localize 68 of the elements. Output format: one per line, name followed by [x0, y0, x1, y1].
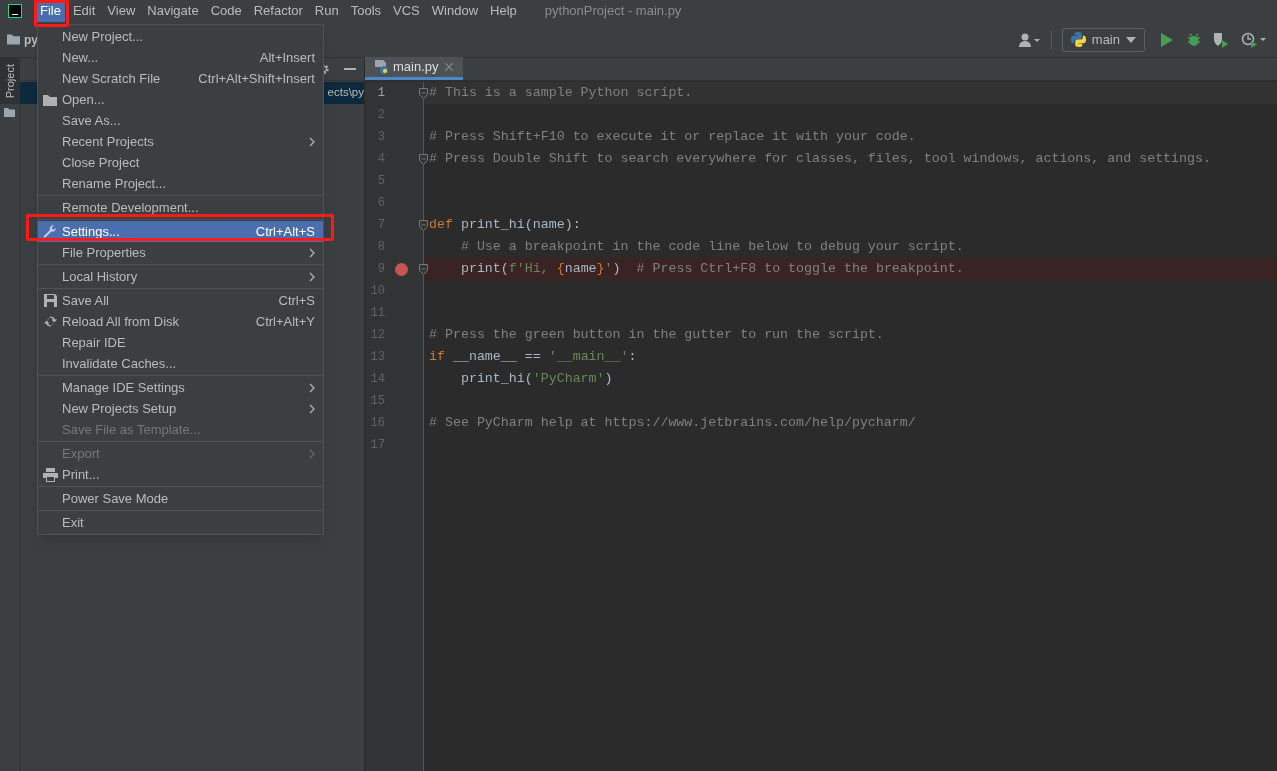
fold-marker-icon[interactable] — [419, 153, 428, 165]
menu-item[interactable]: Open... — [38, 89, 323, 110]
close-icon[interactable] — [444, 63, 453, 71]
menu-item[interactable]: New Project... — [38, 26, 323, 47]
code-line: # Use a breakpoint in the code line below to debug your script. — [459, 238, 964, 257]
menu-bar-item[interactable]: Edit — [68, 0, 100, 22]
menu-item[interactable]: Rename Project... — [38, 173, 323, 194]
profiler-icon[interactable] — [1241, 31, 1267, 48]
menu-item[interactable]: Invalidate Caches... — [38, 353, 323, 374]
code-line: # See PyCharm help at https://www.jetbrains.com/help/pycharm/ — [429, 414, 916, 433]
menu-item[interactable]: Remote Development... — [38, 197, 323, 218]
menu-item[interactable]: Recent Projects — [38, 131, 323, 152]
user-icon[interactable] — [1018, 32, 1041, 47]
run-icon[interactable] — [1161, 32, 1173, 47]
highlight-frame — [34, 0, 69, 27]
folder-icon — [42, 93, 58, 106]
fold-marker-icon[interactable] — [419, 87, 428, 99]
menu-item[interactable]: Repair IDE — [38, 332, 323, 353]
menu-bar-item[interactable]: VCS — [389, 0, 424, 22]
menu-item[interactable]: Save As... — [38, 110, 323, 131]
menu-bar-item[interactable]: Help — [486, 0, 521, 22]
python-logo-icon — [1070, 32, 1086, 47]
menu-item[interactable]: Settings... Ctrl+Alt+S — [38, 221, 323, 242]
fold-marker-icon[interactable] — [419, 219, 428, 231]
menu-bar-item[interactable]: Tools — [346, 0, 386, 22]
caret-icon — [1126, 36, 1136, 43]
menu-item[interactable]: New Projects Setup — [38, 398, 323, 419]
project-tool-tab[interactable]: Project — [0, 58, 20, 105]
menu-bar-item[interactable]: View — [103, 0, 140, 22]
fold-marker-icon[interactable] — [419, 263, 428, 275]
app-logo — [8, 4, 22, 18]
menu-item[interactable]: Reload All from Disk Ctrl+Alt+Y — [38, 311, 323, 332]
menu-bar-item[interactable]: Window — [427, 0, 483, 22]
menu-item[interactable]: Manage IDE Settings — [38, 377, 323, 398]
breadcrumb[interactable]: py — [24, 30, 38, 49]
shield-run-icon[interactable] — [1213, 31, 1229, 48]
line-number: 1 — [376, 85, 385, 102]
printer-icon — [42, 467, 58, 482]
wrench-icon — [43, 224, 57, 239]
menu-bar-item[interactable]: Code — [206, 0, 246, 22]
menu-item[interactable]: Save All Ctrl+S — [38, 290, 323, 311]
menu-item[interactable]: Local History — [38, 266, 323, 287]
python-file-icon — [375, 60, 389, 74]
menu-item[interactable]: File Properties — [38, 242, 323, 263]
bug-icon[interactable] — [1187, 32, 1201, 47]
code-line: # Press the green button in the gutter to run the script. — [429, 326, 884, 345]
menu-bar-item[interactable]: Refactor — [249, 0, 307, 22]
menu-item[interactable]: New... Alt+Insert — [38, 47, 323, 68]
menu-item[interactable]: Power Save Mode — [38, 488, 323, 509]
code-line: def print_hi(name): — [429, 216, 581, 235]
code-line: print(f'Hi, {name}') # Press Ctrl+F8 to toggle the breakpoint. — [459, 260, 964, 279]
editor-tab[interactable]: main.py — [365, 57, 463, 80]
code-line: # This is a sample Python script. — [429, 84, 693, 103]
menu-item[interactable]: Exit — [38, 512, 323, 533]
menu-bar-item[interactable]: Navigate — [143, 0, 203, 22]
reload-icon — [43, 315, 57, 328]
menu-bar-item[interactable]: Run — [310, 0, 343, 22]
menu-item[interactable]: New Scratch File Ctrl+Alt+Shift+Insert — [38, 68, 323, 89]
code-line: print_hi('PyCharm') — [459, 370, 613, 389]
folder-icon — [4, 108, 15, 118]
code-line: if __name__ == '__main__': — [429, 348, 637, 367]
code-line: # Press Double Shift to search everywhere for classes, files, tool windows, actions, and settings. — [429, 150, 1211, 169]
run-configuration-dropdown[interactable]: main — [1061, 27, 1145, 52]
menu-item[interactable]: Close Project — [38, 152, 323, 173]
code-line: # Press Shift+F10 to execute it or replace it with your code. — [429, 128, 916, 147]
window-title: pythonProject - main.py — [544, 2, 682, 21]
menu-item[interactable]: Print... — [38, 464, 323, 485]
folder-icon — [7, 34, 20, 45]
